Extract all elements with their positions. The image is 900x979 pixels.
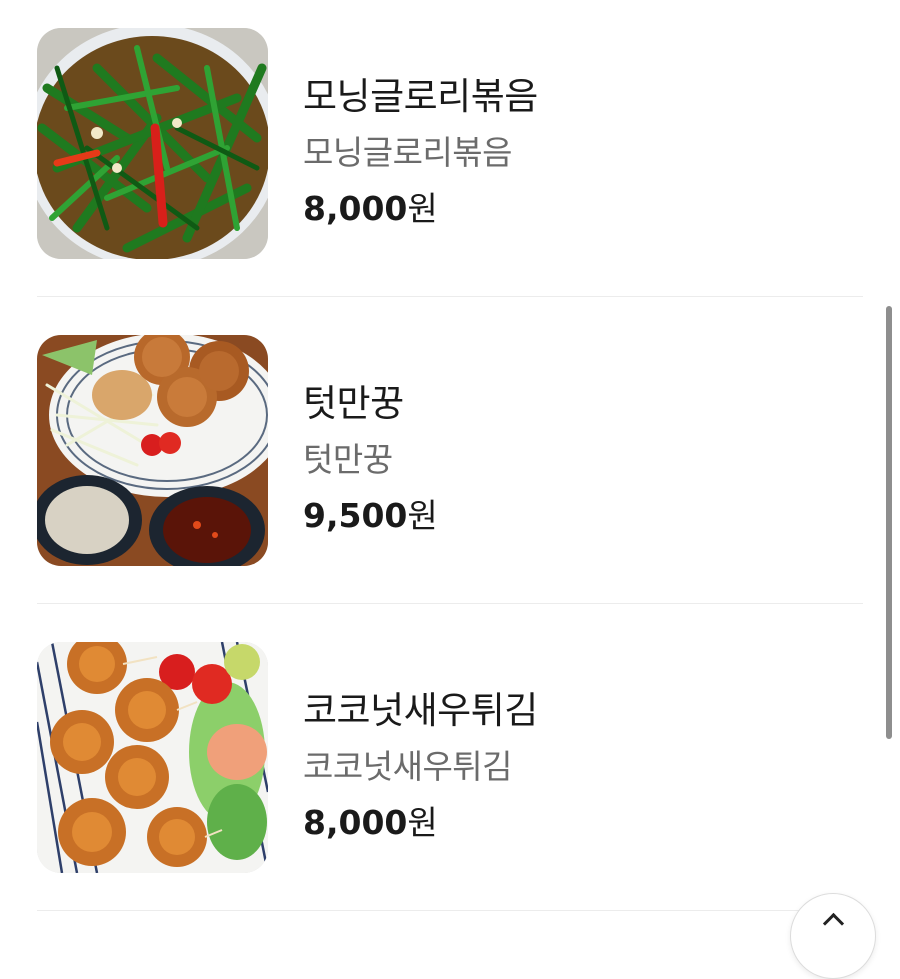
stir-fried-greens-photo	[37, 28, 268, 259]
menu-item-name: 코코넛새우튀김	[303, 689, 538, 732]
menu-item-coconut-shrimp[interactable]: 코코넛새우튀김 코코넛새우튀김 8,000원	[37, 642, 863, 874]
chevron-up-icon	[822, 912, 845, 935]
divider	[37, 603, 863, 604]
menu-item-description: 텃만꿍	[303, 440, 393, 479]
menu-item-description: 모닝글로리볶음	[303, 133, 513, 172]
divider	[37, 296, 863, 297]
menu-item-price: 8,000원	[303, 182, 438, 230]
menu-item-name: 텃만꿍	[303, 382, 404, 425]
price-amount: 9,500	[303, 496, 408, 535]
price-amount: 8,000	[303, 189, 408, 228]
menu-item-name: 모닝글로리볶음	[303, 75, 538, 118]
menu-item-price: 8,000원	[303, 796, 438, 844]
coconut-shrimp-photo	[37, 642, 268, 873]
menu-item-tod-man-goong[interactable]: 텃만꿍 텃만꿍 9,500원	[37, 335, 863, 567]
menu-item-morning-glory[interactable]: 모닝글로리볶음 모닝글로리볶음 8,000원	[37, 28, 863, 260]
price-unit: 원	[407, 189, 438, 228]
menu-item-description: 코코넛새우튀김	[303, 747, 513, 786]
shrimp-cakes-photo	[37, 335, 268, 566]
scrollbar[interactable]	[886, 306, 892, 739]
price-unit: 원	[407, 803, 438, 842]
menu-item-price: 9,500원	[303, 489, 438, 537]
scroll-to-top-button[interactable]	[790, 893, 876, 979]
divider	[37, 910, 863, 911]
price-amount: 8,000	[303, 803, 408, 842]
price-unit: 원	[407, 496, 438, 535]
